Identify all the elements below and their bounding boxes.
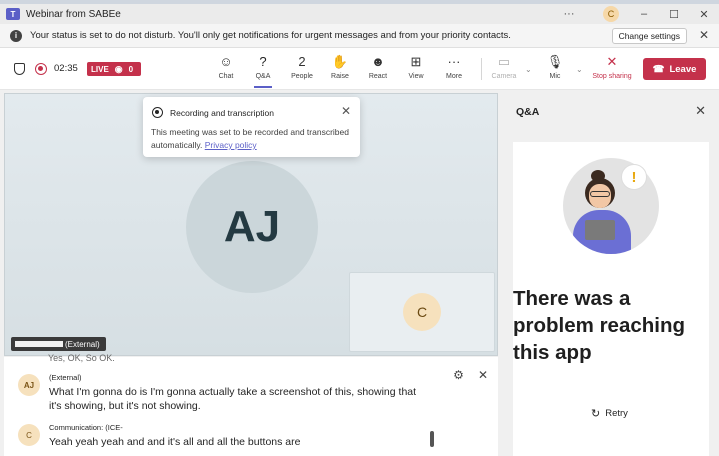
phone-icon: ☎ bbox=[652, 63, 665, 75]
recording-icon bbox=[35, 63, 47, 75]
toolbar-label: Camera bbox=[491, 73, 517, 80]
privacy-policy-link[interactable]: Privacy policy bbox=[205, 140, 257, 150]
toolbar-label: Chat bbox=[218, 73, 234, 80]
recording-popup: Recording and transcription ✕ This meeti… bbox=[143, 97, 360, 157]
message-text: Yeah yeah yeah and and it's all and all … bbox=[49, 436, 301, 448]
camera-off-icon: ▭ bbox=[497, 54, 511, 69]
maximize-button[interactable]: ☐ bbox=[659, 8, 689, 21]
participant-name-tag: (External) bbox=[11, 337, 106, 351]
toolbar-divider bbox=[481, 58, 482, 80]
meeting-toolbar: 02:35 LIVE ◉ 0 ☺ Chat ? Q&A 2 People ✋ R… bbox=[0, 48, 719, 90]
laptop-icon bbox=[585, 220, 615, 240]
avatar: C bbox=[18, 424, 40, 446]
ellipsis-icon: ··· bbox=[447, 54, 461, 69]
toolbar-label: People bbox=[291, 73, 313, 80]
exclamation-bubble-icon: ! bbox=[621, 164, 647, 190]
minimize-button[interactable]: – bbox=[629, 8, 659, 20]
retry-button[interactable]: ↻ Retry bbox=[591, 407, 628, 420]
shield-icon[interactable] bbox=[14, 63, 25, 75]
qa-close-icon[interactable]: ✕ bbox=[695, 103, 706, 119]
popup-close-icon[interactable]: ✕ bbox=[341, 104, 351, 118]
eye-icon: ◉ bbox=[114, 63, 123, 74]
toolbar-stop-sharing[interactable]: ✕ Stop sharing bbox=[590, 54, 634, 80]
chat-tools: ⚙ ✕ bbox=[453, 368, 488, 382]
toolbar-view[interactable]: ⊞ View bbox=[399, 54, 433, 80]
stop-sharing-icon: ✕ bbox=[606, 54, 618, 69]
leave-label: Leave bbox=[669, 63, 697, 75]
toolbar-camera[interactable]: ▭ Camera bbox=[487, 54, 521, 80]
chat-scrollbar[interactable] bbox=[430, 431, 434, 447]
qa-content-card: ! There was a problem reaching this app … bbox=[513, 142, 709, 456]
info-icon: i bbox=[10, 29, 22, 42]
toolbar-more[interactable]: ··· More bbox=[437, 54, 471, 80]
smiley-icon: ☻ bbox=[371, 54, 385, 69]
settings-icon[interactable]: ⚙ bbox=[453, 368, 464, 382]
avatar: AJ bbox=[18, 374, 40, 396]
teams-window: T Webinar from SABEe ··· C – ☐ ✕ i Your … bbox=[0, 0, 719, 456]
refresh-icon: ↻ bbox=[591, 408, 601, 420]
title-bar: T Webinar from SABEe ··· C – ☐ ✕ bbox=[0, 4, 719, 24]
teams-logo-icon: T bbox=[6, 8, 20, 20]
live-badge[interactable]: LIVE ◉ 0 bbox=[87, 62, 141, 76]
more-options-icon[interactable]: ··· bbox=[557, 8, 581, 20]
chat-overlay: Yes, OK, So OK. ⚙ ✕ AJ (External) What I… bbox=[4, 353, 498, 456]
toolbar-label: View bbox=[408, 73, 424, 80]
chat-close-icon[interactable]: ✕ bbox=[478, 368, 488, 382]
toolbar-raise[interactable]: ✋ Raise bbox=[323, 54, 357, 80]
camera-chevron-down-icon[interactable]: ⌄ bbox=[525, 65, 532, 74]
qa-panel-title: Q&A bbox=[516, 106, 540, 118]
chat-cutoff-line: Yes, OK, So OK. bbox=[48, 353, 115, 363]
qa-error-message: There was a problem reaching this app bbox=[513, 287, 686, 364]
toolbar-label: More bbox=[446, 73, 462, 80]
toolbar-mic[interactable]: 🎙 Mic bbox=[538, 54, 572, 80]
toolbar-label: React bbox=[368, 73, 388, 80]
message-sender: Communication: (ICE- bbox=[49, 423, 123, 432]
people-icon: 2 bbox=[298, 54, 306, 69]
close-window-button[interactable]: ✕ bbox=[689, 8, 719, 21]
live-label: LIVE bbox=[91, 64, 109, 74]
qa-icon: ? bbox=[259, 54, 267, 69]
toolbar-label: Stop sharing bbox=[592, 73, 632, 80]
change-settings-button[interactable]: Change settings bbox=[611, 28, 687, 44]
toolbar-react[interactable]: ☻ React bbox=[361, 54, 395, 80]
popup-title: Recording and transcription bbox=[170, 108, 274, 118]
mic-chevron-down-icon[interactable]: ⌄ bbox=[576, 65, 583, 74]
meeting-timer: 02:35 bbox=[54, 63, 78, 74]
grid-icon: ⊞ bbox=[410, 54, 422, 69]
mic-icon: 🎙 bbox=[546, 54, 564, 69]
glasses-shape bbox=[590, 191, 610, 197]
window-title: Webinar from SABEe bbox=[26, 8, 121, 20]
popup-body: This meeting was set to be recorded and … bbox=[151, 126, 351, 152]
message-text: What I'm gonna do is I'm gonna actually … bbox=[49, 386, 417, 412]
notification-close-icon[interactable]: ✕ bbox=[699, 28, 709, 42]
toolbar-label: Mic bbox=[549, 73, 561, 80]
dnd-notification-bar: i Your status is set to do not disturb. … bbox=[0, 24, 719, 48]
hand-icon: ✋ bbox=[331, 54, 349, 69]
toolbar-people[interactable]: 2 People bbox=[285, 54, 319, 80]
leave-button[interactable]: ☎ Leave bbox=[643, 58, 706, 80]
retry-label: Retry bbox=[605, 408, 628, 419]
participant-avatar-main: AJ bbox=[186, 161, 318, 293]
self-avatar: C bbox=[403, 293, 441, 331]
toolbar-label: Raise bbox=[331, 73, 349, 80]
toolbar-qa[interactable]: ? Q&A bbox=[246, 54, 280, 88]
message-sender: (External) bbox=[49, 373, 82, 382]
viewer-count: 0 bbox=[128, 64, 134, 74]
toolbar-chat[interactable]: ☺ Chat bbox=[209, 54, 243, 80]
toolbar-label: Q&A bbox=[255, 73, 271, 80]
notification-text: Your status is set to do not disturb. Yo… bbox=[30, 30, 511, 41]
qa-panel: Q&A ✕ ! There was a problem reaching thi… bbox=[502, 93, 719, 456]
chat-icon: ☺ bbox=[219, 54, 233, 69]
user-avatar[interactable]: C bbox=[603, 6, 619, 22]
title-bar-controls: ··· C – ☐ ✕ bbox=[557, 4, 719, 24]
record-icon bbox=[152, 107, 163, 118]
self-view-tile[interactable]: C bbox=[349, 272, 495, 352]
